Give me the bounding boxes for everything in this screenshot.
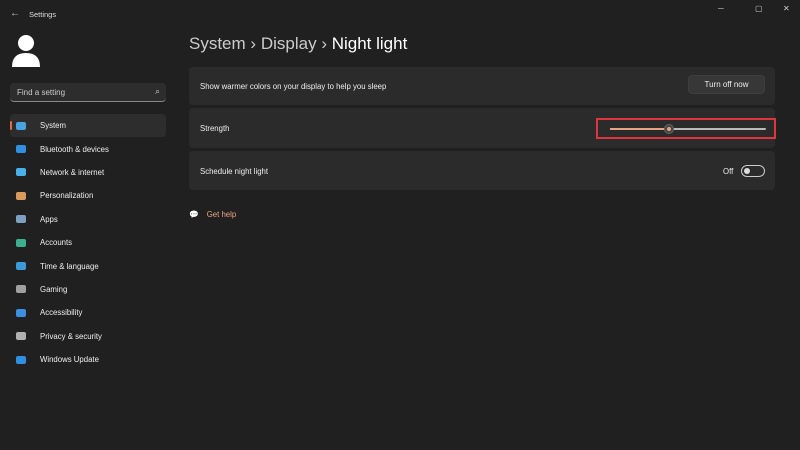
strength-label: Strength — [200, 124, 230, 133]
schedule-card: Schedule night light Off — [189, 151, 775, 190]
sidebar-item-accounts[interactable]: Accounts — [10, 231, 166, 254]
sidebar-item-personalization[interactable]: Personalization — [10, 184, 166, 207]
nav-icon — [16, 191, 26, 200]
avatar[interactable] — [10, 33, 42, 69]
get-help-label: Get help — [206, 210, 237, 219]
breadcrumb-separator: › — [321, 34, 327, 53]
nav-icon — [16, 332, 26, 341]
schedule-label: Schedule night light — [200, 167, 269, 176]
back-button[interactable]: ← — [10, 8, 20, 19]
breadcrumb-display[interactable]: Display — [261, 34, 317, 53]
slider-thumb[interactable] — [664, 124, 675, 134]
strength-card: Strength — [189, 108, 776, 148]
nav-icon — [16, 308, 26, 317]
nav-icon — [16, 238, 26, 247]
search-icon: ⌕ — [154, 86, 160, 96]
nav-icon — [16, 262, 26, 271]
sidebar-item-label: Windows Update — [40, 355, 99, 365]
warmer-colors-label: Show warmer colors on your display to he… — [200, 82, 387, 91]
help-icon: 💬 — [189, 210, 199, 219]
sidebar-item-bluetooth-devices[interactable]: Bluetooth & devices — [10, 137, 166, 160]
schedule-toggle[interactable] — [741, 165, 765, 177]
nav-icon — [16, 285, 26, 294]
strength-slider[interactable] — [610, 124, 766, 134]
sidebar-item-label: Apps — [40, 214, 58, 224]
turn-off-now-button[interactable]: Turn off now — [688, 75, 765, 94]
sidebar-item-label: Privacy & security — [40, 331, 102, 341]
search-input[interactable]: Find a setting ⌕ — [10, 83, 166, 102]
sidebar-item-time-language[interactable]: Time & language — [10, 254, 166, 277]
nav-icon — [16, 215, 26, 224]
app-title: Settings — [29, 10, 57, 19]
sidebar-item-label: Gaming — [40, 284, 68, 294]
sidebar-item-privacy-security[interactable]: Privacy & security — [10, 325, 166, 348]
sidebar-item-windows-update[interactable]: Windows Update — [10, 348, 166, 371]
breadcrumb-system[interactable]: System — [189, 34, 246, 53]
nav-icon — [16, 145, 26, 154]
sidebar-item-label: System — [40, 121, 66, 131]
sidebar-item-network-internet[interactable]: Network & internet — [10, 161, 166, 184]
nav-icon — [16, 168, 26, 177]
sidebar-item-accessibility[interactable]: Accessibility — [10, 301, 166, 324]
minimize-button[interactable]: ─ — [718, 4, 724, 13]
breadcrumb: System › Display › Night light — [189, 34, 407, 54]
get-help-link[interactable]: 💬 Get help — [189, 210, 236, 219]
page-title: Night light — [331, 34, 408, 53]
nav-icon — [16, 355, 26, 364]
sidebar-item-apps[interactable]: Apps — [10, 208, 166, 231]
nav-icon — [16, 121, 26, 130]
search-placeholder: Find a setting — [17, 88, 66, 97]
sidebar-item-label: Accessibility — [40, 308, 83, 318]
sidebar-item-label: Accounts — [40, 238, 73, 248]
breadcrumb-separator: › — [250, 34, 257, 53]
sidebar-item-label: Time & language — [40, 261, 99, 271]
close-button[interactable]: ✕ — [783, 4, 790, 13]
sidebar-item-label: Personalization — [40, 191, 94, 201]
maximize-button[interactable]: ▢ — [755, 4, 763, 13]
sidebar-item-label: Bluetooth & devices — [40, 144, 109, 154]
warmer-colors-card: Show warmer colors on your display to he… — [189, 67, 775, 105]
sidebar-item-system[interactable]: System — [10, 114, 166, 138]
sidebar-nav: System Bluetooth & devices Network & inter… — [10, 114, 166, 371]
strength-slider-highlight — [596, 118, 776, 139]
slider-fill — [610, 128, 670, 130]
sidebar-item-gaming[interactable]: Gaming — [10, 278, 166, 301]
title-bar: ← Settings ─ ▢ ✕ — [0, 0, 800, 30]
sidebar-item-label: Network & internet — [40, 167, 105, 177]
toggle-state: Off — [723, 167, 734, 176]
